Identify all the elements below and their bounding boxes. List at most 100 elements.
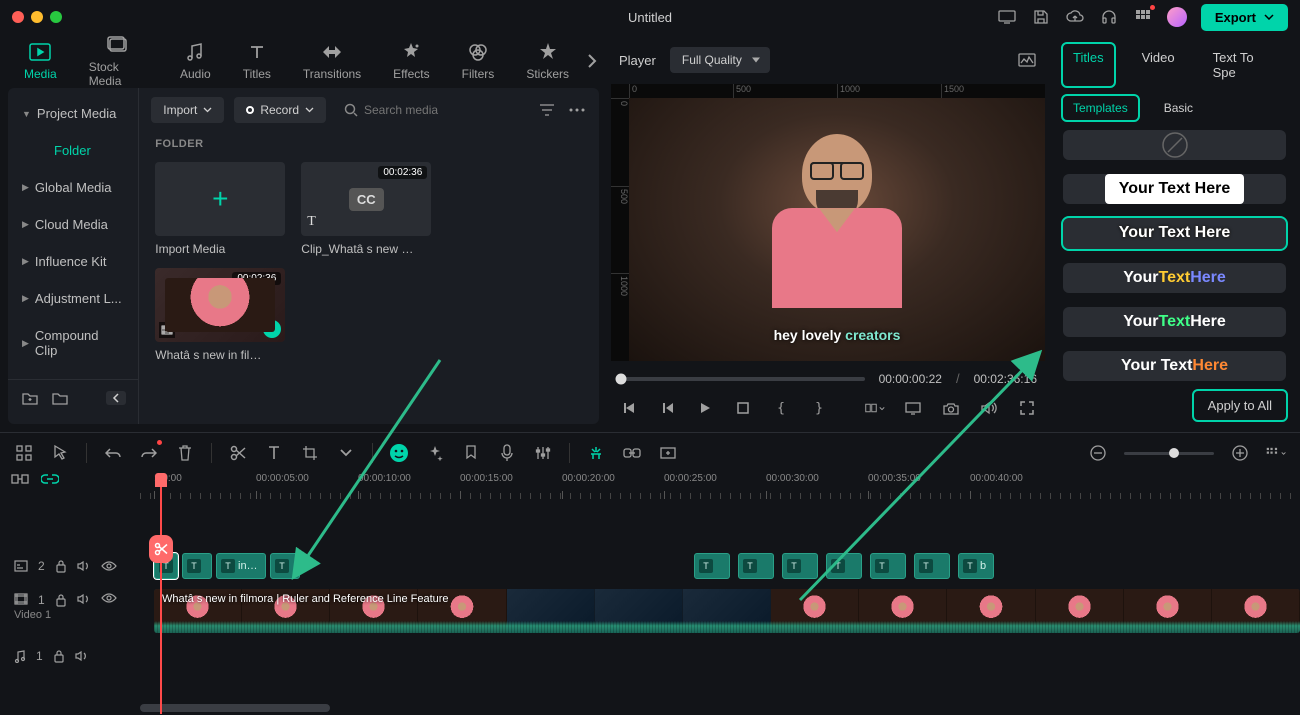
sidebar-item-project-media[interactable]: ▼Project Media	[8, 96, 138, 131]
rtab-video[interactable]: Video	[1132, 44, 1185, 86]
step-back-icon[interactable]	[657, 398, 677, 418]
mark-out-icon[interactable]: }	[809, 398, 829, 418]
title-clip[interactable]: Tb	[958, 553, 994, 579]
tab-transitions[interactable]: Transitions	[289, 39, 375, 83]
record-button[interactable]: Record	[234, 97, 326, 123]
import-button[interactable]: Import	[151, 97, 224, 123]
zoom-in-icon[interactable]	[1230, 443, 1250, 463]
tab-stickers[interactable]: Stickers	[512, 39, 583, 83]
tab-audio[interactable]: Audio	[166, 39, 225, 83]
title-clip[interactable]: T	[694, 553, 730, 579]
quality-select[interactable]: Full Quality	[670, 47, 770, 73]
title-clip[interactable]: T	[182, 553, 212, 579]
scopes-icon[interactable]	[1017, 50, 1037, 70]
stop-icon[interactable]	[733, 398, 753, 418]
time-ruler[interactable]: :00:00 00:00:05:00 00:00:10:00 00:00:15:…	[140, 473, 1300, 503]
sidebar-item-adjustment-layer[interactable]: ▶Adjustment L...	[8, 281, 138, 316]
sidebar-item-global-media[interactable]: ▶Global Media	[8, 170, 138, 205]
lock-icon[interactable]	[55, 559, 67, 573]
subtab-basic[interactable]: Basic	[1154, 96, 1203, 120]
template-tricolor-1[interactable]: Your Text Here	[1063, 263, 1286, 293]
link-icon[interactable]	[622, 443, 642, 463]
preview-viewport[interactable]: 050010001500 05001000 hey lovely creator…	[611, 84, 1045, 361]
lock-icon[interactable]	[55, 593, 67, 607]
zoom-slider[interactable]	[1124, 452, 1214, 455]
mute-icon[interactable]	[75, 650, 89, 662]
split-icon[interactable]	[228, 443, 248, 463]
tab-titles[interactable]: Titles	[229, 39, 285, 83]
zoom-out-icon[interactable]	[1088, 443, 1108, 463]
screen-icon[interactable]	[997, 7, 1017, 27]
volume-icon[interactable]	[979, 398, 999, 418]
mute-icon[interactable]	[77, 560, 91, 572]
timeline-scrollbar[interactable]	[140, 704, 1290, 712]
close-window[interactable]	[12, 11, 24, 23]
cc-clip-card[interactable]: 00:02:36CCT Clip_Whatâ s new …	[301, 162, 431, 256]
select-tool-icon[interactable]	[50, 443, 70, 463]
marker-icon[interactable]	[461, 443, 481, 463]
title-clip[interactable]: T	[738, 553, 774, 579]
template-tricolor-2[interactable]: Your Text Here	[1063, 307, 1286, 337]
lock-icon[interactable]	[53, 649, 65, 663]
fullscreen-icon[interactable]	[1017, 398, 1037, 418]
snapshot-icon[interactable]	[941, 398, 961, 418]
scrubber[interactable]	[619, 377, 865, 381]
user-avatar[interactable]	[1167, 7, 1187, 27]
subtab-templates[interactable]: Templates	[1063, 96, 1138, 120]
folder-icon[interactable]	[50, 388, 70, 408]
sidebar-item-influence-kit[interactable]: ▶Influence Kit	[8, 244, 138, 279]
video-track-lane[interactable]: Whatâ s new in filmora | Ruler and Refer…	[140, 587, 1300, 635]
visibility-icon[interactable]	[101, 561, 117, 571]
display-icon[interactable]	[903, 398, 923, 418]
crop-icon[interactable]	[300, 443, 320, 463]
sidebar-item-compound-clip[interactable]: ▶Compound Clip	[8, 318, 138, 368]
audio-track-lane[interactable]	[140, 635, 1300, 677]
template-pill[interactable]: Your Text Here	[1063, 174, 1286, 204]
more-tools-icon[interactable]	[336, 443, 356, 463]
compare-icon[interactable]	[865, 398, 885, 418]
tabs-scroll-right[interactable]	[587, 53, 597, 69]
apply-to-all-button[interactable]: Apply to All	[1194, 391, 1286, 420]
new-folder-icon[interactable]	[20, 388, 40, 408]
timeline-tracks[interactable]: :00:00 00:00:05:00 00:00:10:00 00:00:15:…	[140, 473, 1300, 714]
ai-face-icon[interactable]	[389, 443, 409, 463]
tab-media[interactable]: Media	[10, 39, 71, 83]
tab-stock-media[interactable]: Stock Media	[75, 32, 162, 90]
prev-frame-icon[interactable]	[619, 398, 639, 418]
more-icon[interactable]	[567, 100, 587, 120]
title-clip[interactable]: T	[914, 553, 950, 579]
scissors-icon[interactable]	[149, 535, 173, 563]
keyframe-icon[interactable]	[658, 443, 678, 463]
magnet-snap-icon[interactable]	[586, 443, 606, 463]
export-button[interactable]: Export	[1201, 4, 1288, 31]
audio-mixer-icon[interactable]	[533, 443, 553, 463]
sidebar-item-folder[interactable]: Folder	[8, 133, 138, 168]
apps-grid-icon[interactable]	[1133, 7, 1153, 27]
headphones-icon[interactable]	[1099, 7, 1119, 27]
visibility-icon[interactable]	[101, 593, 117, 603]
grid-view-icon[interactable]	[14, 443, 34, 463]
mic-icon[interactable]	[497, 443, 517, 463]
sidebar-item-cloud-media[interactable]: ▶Cloud Media	[8, 207, 138, 242]
import-media-card[interactable]: + Import Media	[155, 162, 285, 256]
filter-icon[interactable]	[537, 100, 557, 120]
search-input[interactable]	[364, 103, 519, 117]
title-clip[interactable]: T	[270, 553, 300, 579]
mute-icon[interactable]	[77, 593, 91, 605]
save-icon[interactable]	[1031, 7, 1051, 27]
title-clip[interactable]: T	[782, 553, 818, 579]
cloud-upload-icon[interactable]	[1065, 7, 1085, 27]
template-outline[interactable]: Your Text Here	[1063, 218, 1286, 248]
video-clip[interactable]: Whatâ s new in filmora | Ruler and Refer…	[154, 589, 1300, 633]
tab-effects[interactable]: Effects	[379, 39, 443, 83]
zoom-fit-icon[interactable]	[1266, 443, 1286, 463]
redo-icon[interactable]	[139, 443, 159, 463]
sidebar-collapse[interactable]	[106, 391, 126, 405]
template-tricolor-3[interactable]: Your Text Here	[1063, 351, 1286, 381]
play-icon[interactable]	[695, 398, 715, 418]
video-clip-card[interactable]: 00:02:36 ✓ Whatâ s new in fil…	[155, 268, 285, 362]
title-clip[interactable]: T	[870, 553, 906, 579]
titles-track-lane[interactable]: T T Tin… T T T T T T T Tb	[140, 545, 1300, 587]
tab-filters[interactable]: Filters	[448, 39, 509, 83]
playhead[interactable]	[160, 473, 162, 714]
